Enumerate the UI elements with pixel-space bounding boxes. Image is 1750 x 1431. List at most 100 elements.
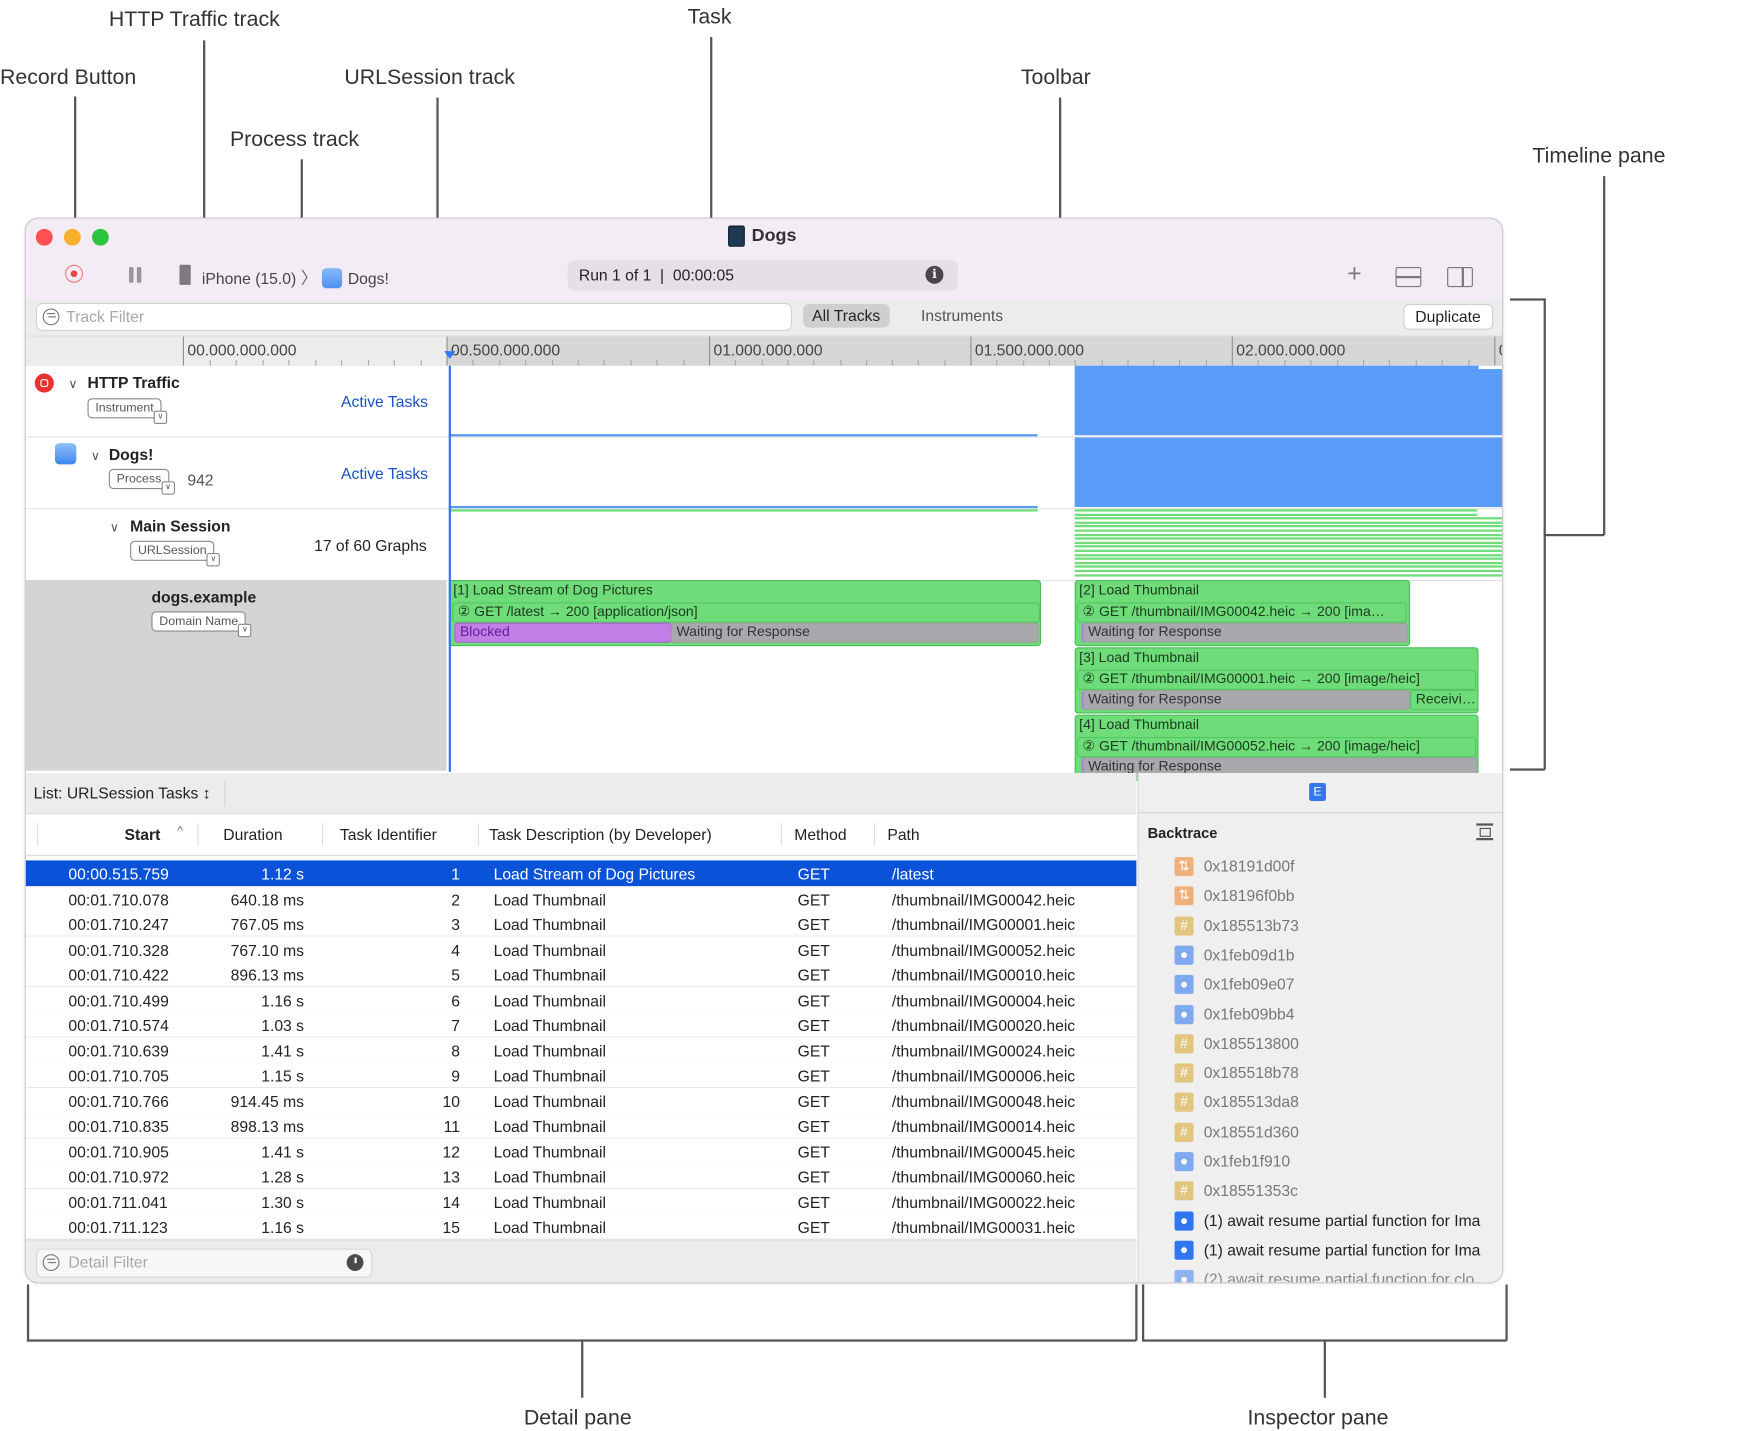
zoom-window-button[interactable] [91, 228, 109, 246]
backtrace-frame[interactable]: ⇅ 0x18196f0bb [1174, 885, 1500, 912]
callout-line [1323, 1339, 1326, 1398]
backtrace-frame[interactable]: #0x185518b78 [1174, 1062, 1500, 1089]
table-row[interactable]: 00:01.710.639 1.41 s 8 Load Thumbnail GET/th… [25, 1037, 1137, 1063]
bracket-line [1505, 1284, 1508, 1341]
column-duration[interactable]: Duration [223, 826, 282, 844]
urlsession-track-name: Main Session [130, 517, 231, 536]
graph-selector[interactable]: Active Tasks [341, 393, 428, 411]
app-code-icon: ● [1174, 1211, 1194, 1231]
graph-selector[interactable]: Active Tasks [341, 464, 428, 482]
cell-description: Load Thumbnail [493, 965, 606, 984]
domain-track-name: dogs.example [151, 587, 257, 606]
backtrace-frame[interactable]: #0x18551d360 [1174, 1121, 1500, 1148]
frame-symbol: 0x18191d00f [1203, 857, 1295, 876]
backtrace-frame[interactable]: ● 0x1feb09bb4 [1174, 1003, 1500, 1030]
process-type-pill[interactable]: Process ∨ [108, 468, 175, 495]
table-row[interactable]: 00:00.515.759 1.12 s 1 Load Stream of Dog P… [25, 860, 1137, 887]
close-window-button[interactable] [35, 228, 53, 246]
split-bottom-icon [1396, 275, 1421, 278]
add-instrument-button[interactable]: + [1347, 259, 1361, 288]
cell-task-id: 1 [451, 864, 460, 883]
urlsession-type-pill[interactable]: URLSession ∨ [130, 540, 221, 567]
column-path[interactable]: Path [887, 826, 919, 844]
domain-type-pill[interactable]: Domain Name ∨ [151, 611, 252, 638]
table-row[interactable]: 00:01.710.078 640.18 ms 2 Load Thumbnail GET… [25, 885, 1137, 912]
backtrace-frame[interactable]: #0x18551353c [1174, 1180, 1500, 1207]
cell-task-id: 11 [443, 1117, 460, 1136]
graph-count-selector[interactable]: 17 of 60 Graphs [314, 536, 427, 554]
task-3[interactable]: [3] Load Thumbnail ② GET /thumbnail/IMG0… [1074, 647, 1479, 714]
minimize-window-button[interactable] [63, 228, 81, 246]
cell-description: Load Thumbnail [493, 1016, 606, 1035]
task-2[interactable]: [2] Load Thumbnail ② GET /thumbnail/IMG0… [1074, 579, 1411, 647]
chevron-down-icon[interactable]: ∨ [91, 449, 100, 463]
cell-method: GET [797, 890, 830, 909]
frame-symbol: (1) await resume partial function for Im… [1203, 1240, 1481, 1259]
instruments-tab[interactable]: Instruments [912, 304, 1012, 328]
playhead[interactable] [448, 365, 451, 772]
backtrace-frame[interactable]: #0x185513b73 [1174, 915, 1500, 942]
target-selector[interactable]: iPhone (15.0) 〉 Dogs! [202, 266, 389, 290]
detail-filter-input[interactable]: Detail Filter [35, 1248, 373, 1278]
run-status[interactable]: Run 1 of 1 | 00:00:05 i [567, 260, 959, 291]
column-method[interactable]: Method [794, 826, 846, 844]
column-start[interactable]: Start [125, 826, 161, 844]
task-1[interactable]: [1] Load Stream of Dog Pictures ② GET /l… [448, 579, 1042, 647]
cell-duration: 1.15 s [261, 1066, 305, 1085]
cell-start: 00:00.515.759 [68, 864, 169, 883]
backtrace-frame[interactable]: ⇅ 0x18191d00f [1174, 856, 1500, 883]
table-row[interactable]: 00:01.710.247 767.05 ms 3 Load Thumbnail GET… [25, 910, 1137, 937]
timeline-graph-area[interactable]: [1] Load Stream of Dog Pictures ② GET /l… [444, 351, 1503, 781]
backtrace-frame[interactable]: #0x185513da8 [1174, 1092, 1500, 1119]
task-4[interactable]: [4] Load Thumbnail ② GET /thumbnail/IMG0… [1074, 714, 1479, 781]
table-row[interactable]: 00:01.710.972 1.28 s 13 Load Thumbnail GET/t… [25, 1163, 1137, 1190]
backtrace-frame[interactable]: ● 0x1feb1f910 [1174, 1151, 1500, 1178]
table-row[interactable]: 00:01.710.422 896.13 ms 5 Load Thumbnail GET… [25, 961, 1137, 988]
toggle-detail-pane-button[interactable] [1395, 266, 1422, 288]
backtrace-frame[interactable]: #0x185513800 [1174, 1033, 1500, 1060]
table-row[interactable]: 00:01.711.123 1.16 s 15 Load Thumbnail GET/t… [25, 1213, 1137, 1240]
column-task-identifier[interactable]: Task Identifier [340, 826, 437, 844]
backtrace-frame[interactable]: ● 0x1feb09d1b [1174, 944, 1500, 971]
backtrace-frame[interactable]: ● (2) await resume partial function for c… [1174, 1269, 1500, 1283]
http-activity-baseline [448, 434, 1038, 436]
table-row[interactable]: 00:01.710.574 1.03 s 7 Load Thumbnail GET/th… [25, 1011, 1137, 1038]
chevron-down-icon[interactable]: ∨ [110, 521, 119, 535]
extended-detail-tab[interactable]: E [1309, 783, 1326, 801]
cell-start: 00:01.710.499 [68, 991, 169, 1010]
playhead-handle-icon[interactable] [444, 351, 456, 359]
time-ruler[interactable]: 00.000.000.000 00.500.000.000 01.000.000.0… [25, 336, 1502, 367]
chevron-down-icon[interactable]: ∨ [68, 377, 77, 391]
cell-duration: 1.16 s [261, 991, 305, 1010]
clock-icon[interactable] [346, 1254, 364, 1271]
pause-button[interactable] [129, 266, 142, 283]
waiting-phase: Waiting for Response [1081, 689, 1411, 711]
table-row[interactable]: 00:01.710.835 898.13 ms 11 Load Thumbnail GE… [25, 1112, 1137, 1139]
all-tracks-tab[interactable]: All Tracks [803, 304, 890, 328]
cell-duration: 1.41 s [261, 1041, 305, 1060]
cell-task-id: 12 [442, 1142, 460, 1161]
table-row[interactable]: 00:01.711.041 1.30 s 14 Load Thumbnail GET/t… [25, 1188, 1137, 1215]
cell-duration: 640.18 ms [230, 890, 305, 909]
expand-backtrace-icon[interactable] [1476, 823, 1494, 840]
instrument-type-pill[interactable]: Instrument ∨ [87, 398, 168, 425]
backtrace-frame[interactable]: ● (1) await resume partial function for I… [1174, 1210, 1500, 1237]
info-icon[interactable]: i [925, 265, 944, 284]
backtrace-frame[interactable]: ● (1) await resume partial function for I… [1174, 1239, 1500, 1266]
domain-track[interactable]: dogs.example Domain Name ∨ [25, 579, 447, 771]
column-task-description[interactable]: Task Description (by Developer) [489, 826, 712, 844]
cell-description: Load Thumbnail [493, 1092, 606, 1111]
table-row[interactable]: 00:01.710.766 914.45 ms 10 Load Thumbnail GE… [25, 1087, 1137, 1114]
record-icon [70, 269, 77, 277]
track-filter-input[interactable]: Track Filter [35, 302, 792, 331]
record-button[interactable] [65, 264, 84, 283]
table-row[interactable]: 00:01.710.705 1.15 s 9 Load Thumbnail GET/th… [25, 1062, 1137, 1089]
duplicate-button[interactable]: Duplicate [1402, 304, 1494, 330]
table-row[interactable]: 00:01.710.328 767.10 ms 4 Load Thumbnail GET… [25, 936, 1137, 962]
table-row[interactable]: 00:01.710.499 1.16 s 6 Load Thumbnail GET/th… [25, 986, 1137, 1013]
backtrace-frame[interactable]: ● 0x1feb09e07 [1174, 974, 1500, 1001]
toggle-inspector-button[interactable] [1447, 266, 1473, 288]
table-row[interactable]: 00:01.710.905 1.41 s 12 Load Thumbnail GET/t… [25, 1138, 1137, 1164]
list-selector[interactable]: List: URLSession Tasks ↕ [34, 784, 211, 802]
task-request: ② GET /thumbnail/IMG00001.heic → 200 [im… [1076, 669, 1477, 690]
